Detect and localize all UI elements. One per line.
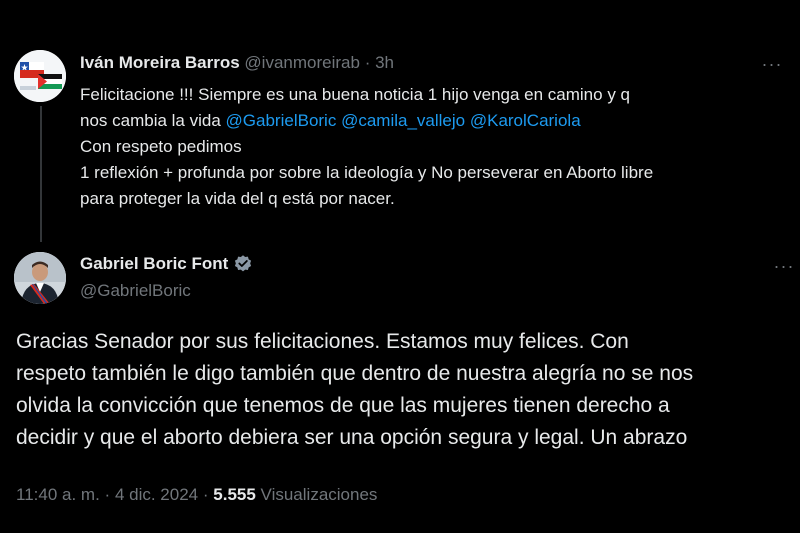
reply-more-options-button[interactable]: ··· [760, 52, 784, 76]
main-author-avatar[interactable] [14, 252, 66, 304]
reply-author-handle[interactable]: @ivanmoreirab [244, 53, 360, 72]
tweet-time[interactable]: 11:40 a. m. [16, 485, 100, 504]
reply-text-line: Felicitacione !!! Siempre es una buena n… [80, 85, 630, 104]
reply-tweet-time[interactable]: 3h [375, 53, 394, 72]
thread-connector-line [40, 106, 42, 242]
more-horizontal-icon: ··· [773, 256, 795, 276]
reply-text-line: 1 reflexión + profunda por sobre la ideo… [80, 163, 654, 182]
views-label[interactable]: Visualizaciones [261, 485, 378, 504]
main-author-name[interactable]: Gabriel Boric Font [80, 253, 228, 275]
reply-text-line-with-mentions: nos cambia la vida @GabrielBoric @camila… [80, 108, 780, 134]
mention-link[interactable]: @GabrielBoric [226, 111, 337, 130]
verified-badge-icon[interactable] [233, 254, 253, 274]
chile-palestine-flag-avatar-image [14, 50, 66, 102]
reply-text-line: para proteger la vida del q está por nac… [80, 189, 395, 208]
main-more-options-button[interactable]: ··· [772, 254, 796, 278]
reply-tweet[interactable]: Iván Moreira Barros @ivanmoreirab · 3h ·… [0, 0, 800, 242]
main-text-line: respeto también le digo también que dent… [16, 362, 694, 385]
tweet-meta: 11:40 a. m. · 4 dic. 2024 · 5.555 Visual… [16, 484, 377, 506]
reply-text-line: Con respeto pedimos [80, 137, 242, 156]
mention-link[interactable]: @camila_vallejo [341, 111, 465, 130]
main-author-name-row: Gabriel Boric Font [80, 253, 253, 275]
main-author-handle[interactable]: @GabrielBoric [80, 280, 191, 302]
mention-link[interactable]: @KarolCariola [470, 111, 581, 130]
main-text-line: decidir y que el aborto debiera ser una … [16, 426, 688, 449]
reply-author-avatar[interactable] [14, 50, 66, 102]
more-horizontal-icon: ··· [761, 54, 783, 74]
reply-text-segment: nos cambia la vida [80, 111, 221, 130]
portrait-avatar-image [14, 252, 66, 304]
reply-tweet-header: Iván Moreira Barros @ivanmoreirab · 3h [80, 52, 394, 74]
reply-author-name[interactable]: Iván Moreira Barros [80, 53, 240, 72]
reply-tweet-text: Felicitacione !!! Siempre es una buena n… [80, 82, 780, 212]
views-count[interactable]: 5.555 [213, 485, 256, 504]
main-tweet-text: Gracias Senador por sus felicitaciones. … [16, 326, 786, 454]
meta-separator: · [202, 485, 209, 504]
meta-separator: · [104, 485, 111, 504]
main-text-line: Gracias Senador por sus felicitaciones. … [16, 330, 629, 353]
main-text-line: olvida la convicción que tenemos de que … [16, 394, 670, 417]
tweet-date[interactable]: 4 dic. 2024 [115, 485, 198, 504]
reply-header-separator: · [364, 53, 371, 72]
